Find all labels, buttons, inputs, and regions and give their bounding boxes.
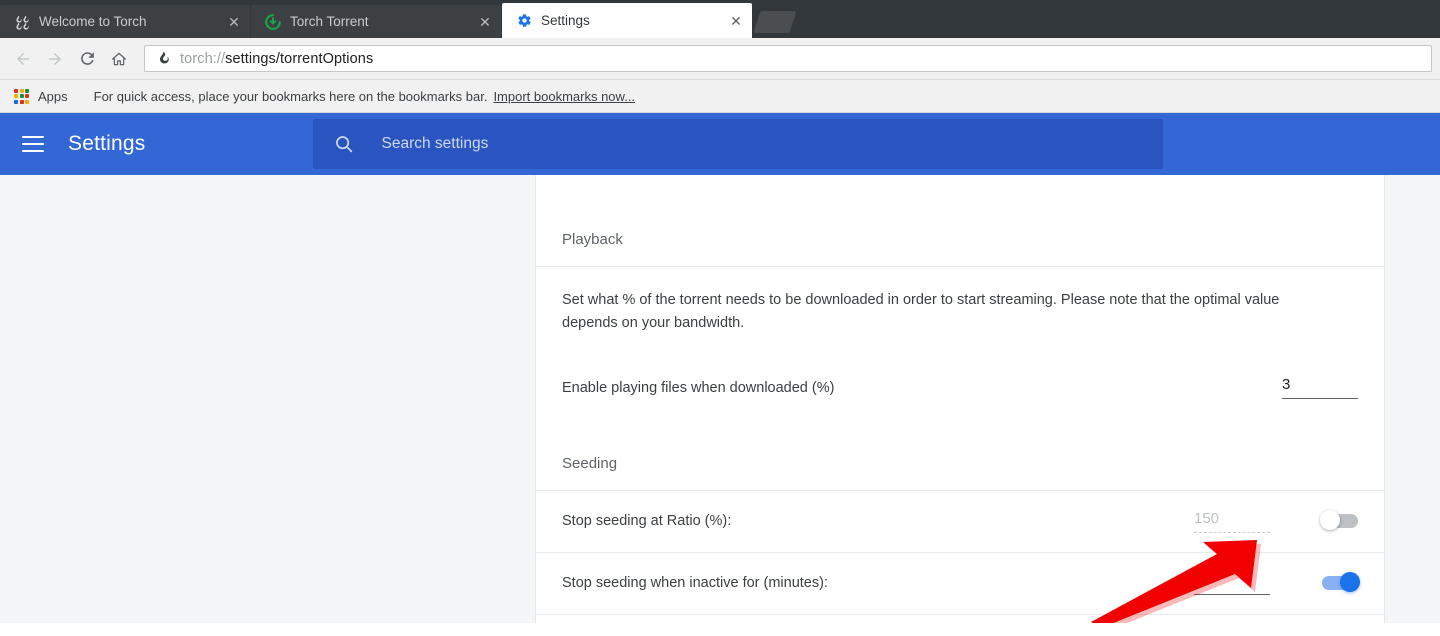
setting-row-stop-seeding-inactive: Stop seeding when inactive for (minutes)… xyxy=(536,553,1384,615)
browser-tab-strip: Welcome to Torch ✕ Torch Torrent ✕ Setti… xyxy=(0,0,1440,38)
stop-seeding-inactive-toggle[interactable] xyxy=(1322,572,1360,593)
bookmarks-hint: For quick access, place your bookmarks h… xyxy=(93,88,488,104)
menu-icon[interactable] xyxy=(22,136,44,152)
section-heading-seeding: Seeding xyxy=(536,417,1384,491)
browser-tab-welcome-to-torch[interactable]: Welcome to Torch ✕ xyxy=(0,5,250,38)
browser-tab-settings[interactable]: Settings ✕ xyxy=(502,3,752,38)
page-title: Settings xyxy=(68,132,146,155)
torch-site-icon xyxy=(155,51,171,67)
search-placeholder: Search settings xyxy=(381,135,489,152)
browser-tab-title: Settings xyxy=(541,13,590,28)
close-icon[interactable]: ✕ xyxy=(224,12,244,32)
torrent-download-icon xyxy=(265,13,281,30)
setting-row-stop-seeding-ratio: Stop seeding at Ratio (%): 150 xyxy=(536,491,1384,553)
setting-label: Enable playing files when downloaded (%) xyxy=(562,379,835,396)
settings-content-area: Playback Set what % of the torrent needs… xyxy=(0,175,1440,623)
close-icon[interactable]: ✕ xyxy=(726,11,746,31)
search-icon xyxy=(333,133,355,155)
stop-seeding-inactive-input[interactable]: 30 xyxy=(1194,572,1270,595)
apps-button-label[interactable]: Apps xyxy=(38,89,68,104)
toggle-knob xyxy=(1340,572,1360,593)
browser-tab-torch-torrent[interactable]: Torch Torrent ✕ xyxy=(251,5,501,38)
torch-logo-icon xyxy=(14,14,30,30)
gear-icon xyxy=(516,13,532,29)
setting-label: Stop seeding when inactive for (minutes)… xyxy=(562,575,828,592)
section-heading-playback: Playback xyxy=(536,175,1384,267)
playback-description: Set what % of the torrent needs to be do… xyxy=(562,292,1280,331)
setting-label: Stop seeding at Ratio (%): xyxy=(562,513,732,530)
new-tab-button[interactable] xyxy=(753,11,797,33)
enable-playing-percent-input[interactable]: 3 xyxy=(1282,376,1358,400)
browser-tab-title: Welcome to Torch xyxy=(39,14,147,29)
setting-row-enable-playing-files: Enable playing files when downloaded (%)… xyxy=(536,359,1384,417)
reload-icon[interactable] xyxy=(72,44,102,74)
settings-header: Settings Search settings xyxy=(0,113,1440,175)
close-icon[interactable]: ✕ xyxy=(475,12,495,32)
apps-grid-icon[interactable] xyxy=(14,88,29,104)
settings-card: Playback Set what % of the torrent needs… xyxy=(535,175,1385,623)
toggle-knob xyxy=(1320,510,1340,531)
stop-seeding-ratio-toggle[interactable] xyxy=(1320,510,1358,531)
search-input[interactable]: Search settings xyxy=(313,119,1164,169)
address-bar-url: torch://settings/torrentOptions xyxy=(180,50,374,67)
home-icon[interactable] xyxy=(104,44,134,74)
address-bar[interactable]: torch://settings/torrentOptions xyxy=(144,45,1432,72)
browser-toolbar: torch://settings/torrentOptions xyxy=(0,38,1440,80)
stop-seeding-ratio-input[interactable]: 150 xyxy=(1194,510,1270,533)
back-icon[interactable] xyxy=(8,44,38,74)
browser-tab-title: Torch Torrent xyxy=(290,14,369,29)
bookmarks-bar: Apps For quick access, place your bookma… xyxy=(0,80,1440,113)
import-bookmarks-link[interactable]: Import bookmarks now... xyxy=(493,89,635,104)
forward-icon[interactable] xyxy=(40,44,70,74)
